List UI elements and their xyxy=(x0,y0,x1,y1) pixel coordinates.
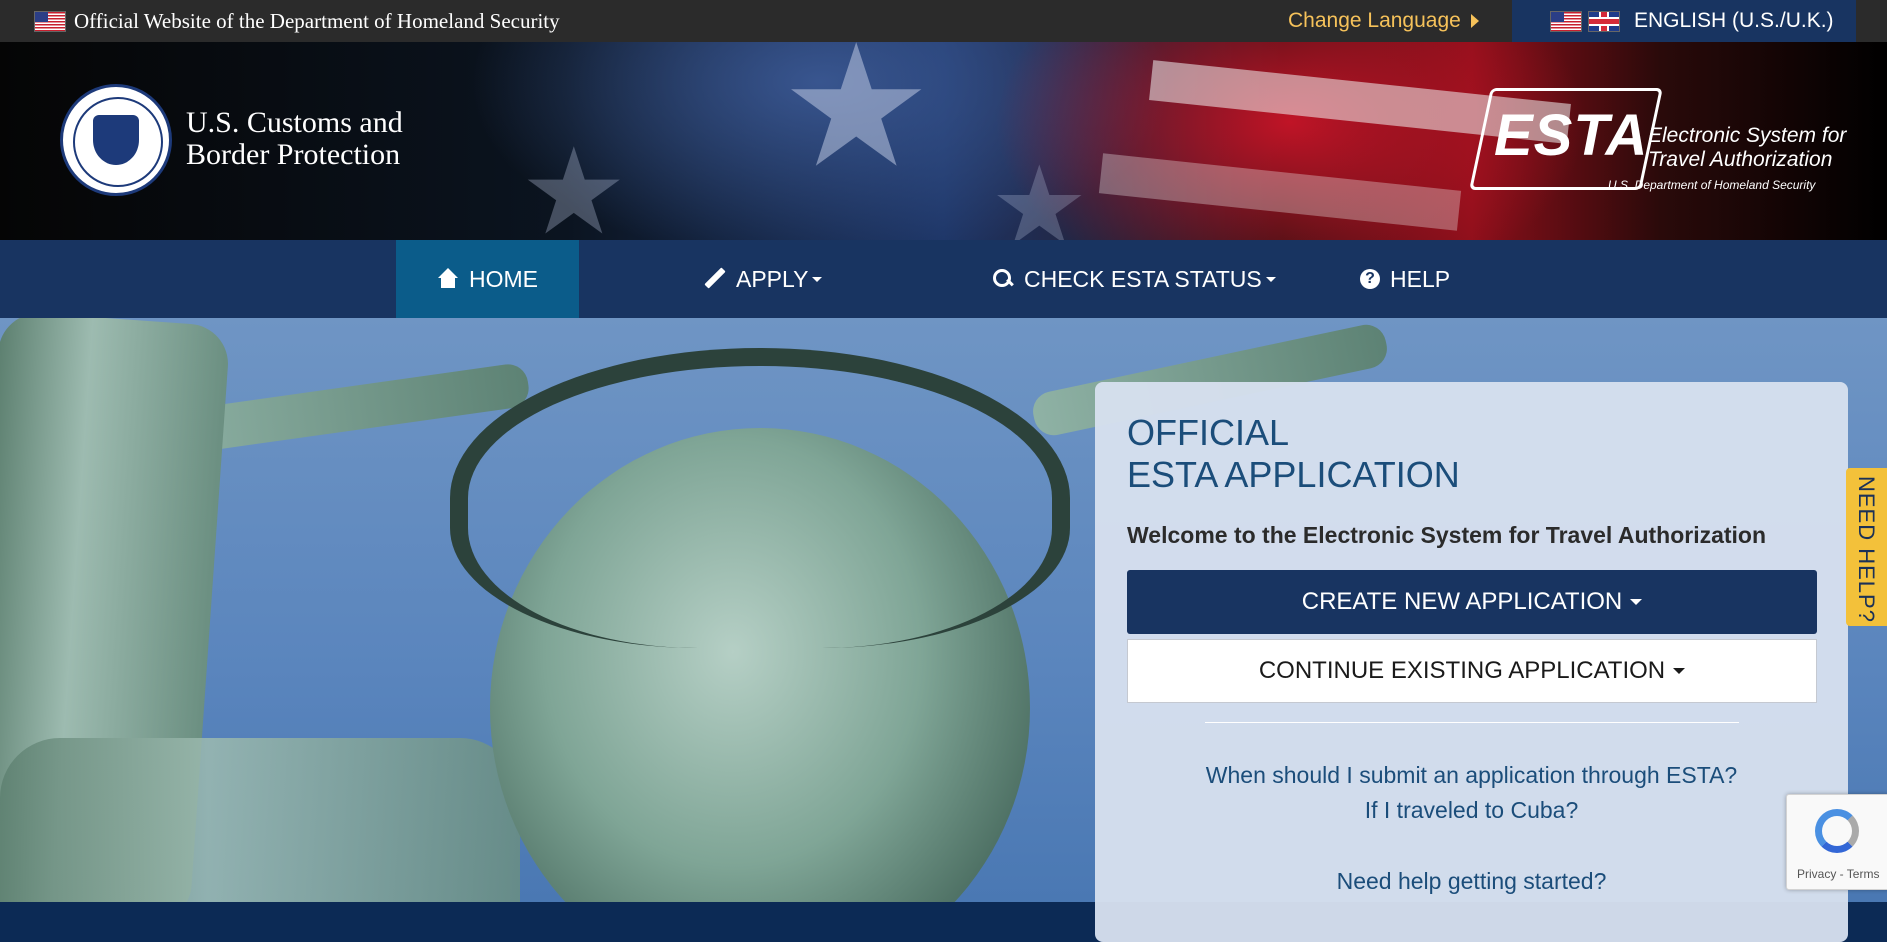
nav-check-esta-status[interactable]: CHECK ESTA STATUS xyxy=(992,240,1276,318)
card-divider xyxy=(1205,722,1739,723)
change-language-link[interactable]: Change Language xyxy=(1288,0,1479,42)
esta-logo[interactable]: ESTA Electronic System for Travel Author… xyxy=(1469,88,1846,200)
continue-existing-application-label: CONTINUE EXISTING APPLICATION xyxy=(1258,657,1666,684)
official-website-text: Official Website of the Department of Ho… xyxy=(74,8,560,33)
statue-robe-decoration xyxy=(0,738,520,902)
agency-name-line1: U.S. Customs and xyxy=(186,106,403,139)
faq-link-when-submit[interactable]: When should I submit an application thro… xyxy=(1095,762,1848,789)
create-new-application-button[interactable]: CREATE NEW APPLICATION xyxy=(1127,570,1817,634)
chevron-down-icon xyxy=(1265,276,1276,282)
faq-link-getting-started[interactable]: Need help getting started? xyxy=(1095,868,1848,895)
home-icon xyxy=(437,268,459,290)
search-icon xyxy=(992,268,1014,290)
continue-existing-application-button[interactable]: CONTINUE EXISTING APPLICATION xyxy=(1127,639,1817,703)
chevron-down-icon xyxy=(812,276,823,282)
site-header: ★ ★ ★ U.S. Customs and Border Protection… xyxy=(0,42,1887,240)
language-selector[interactable]: ENGLISH (U.S./U.K.) xyxy=(1512,0,1856,42)
nav-check-status-label: CHECK ESTA STATUS xyxy=(1024,265,1262,292)
agency-name-line2: Border Protection xyxy=(186,138,401,171)
recaptcha-icon xyxy=(1815,809,1859,853)
caret-right-icon xyxy=(1470,14,1479,28)
chevron-down-icon xyxy=(1673,668,1686,674)
nav-home-label: HOME xyxy=(469,265,538,292)
cbp-agency-name[interactable]: U.S. Customs and Border Protection xyxy=(186,107,403,171)
official-banner: Official Website of the Department of Ho… xyxy=(0,0,1887,42)
pencil-icon xyxy=(704,268,726,290)
card-title-line1: OFFICIAL xyxy=(1127,412,1290,453)
question-circle-icon: ? xyxy=(1360,269,1380,289)
change-language-label: Change Language xyxy=(1288,9,1461,32)
flag-star-decoration: ★ xyxy=(990,145,1089,241)
chevron-down-icon xyxy=(1630,599,1643,605)
nav-apply[interactable]: APPLY xyxy=(704,240,823,318)
card-title-line2: ESTA APPLICATION xyxy=(1127,454,1460,495)
nav-help-label: HELP xyxy=(1390,265,1451,292)
recaptcha-privacy-terms[interactable]: Privacy - Terms xyxy=(1797,867,1879,881)
create-new-application-label: CREATE NEW APPLICATION xyxy=(1301,588,1623,615)
current-language: ENGLISH (U.S./U.K.) xyxy=(1634,9,1834,32)
faq-link-traveled-cuba[interactable]: If I traveled to Cuba? xyxy=(1095,797,1848,824)
nav-help[interactable]: ? HELP xyxy=(1360,240,1450,318)
nav-apply-label: APPLY xyxy=(736,265,809,292)
need-help-tab[interactable]: NEED HELP? xyxy=(1846,468,1887,626)
esta-application-card: OFFICIAL ESTA APPLICATION Welcome to the… xyxy=(1095,382,1848,942)
recaptcha-badge[interactable]: Privacy - Terms xyxy=(1786,794,1887,890)
esta-subtitle-line1: Electronic System for xyxy=(1648,124,1847,147)
us-flag-icon xyxy=(34,10,66,32)
flag-star-decoration: ★ xyxy=(520,125,628,240)
esta-subtitle-line2: Travel Authorization xyxy=(1648,148,1833,171)
nav-home[interactable]: HOME xyxy=(396,240,579,318)
esta-logo-dept: U.S. Department of Homeland Security xyxy=(1608,178,1816,192)
flag-star-decoration: ★ xyxy=(780,42,933,202)
uk-flag-icon xyxy=(1588,10,1620,32)
statue-crown-decoration xyxy=(450,348,1070,648)
esta-logo-word: ESTA xyxy=(1494,103,1649,168)
official-website-notice: Official Website of the Department of Ho… xyxy=(34,0,560,42)
dhs-seal-logo[interactable] xyxy=(60,84,172,196)
flag-stripe-decoration xyxy=(1098,153,1462,231)
us-flag-icon xyxy=(1550,10,1582,32)
main-nav: HOME APPLY CHECK ESTA STATUS ? HELP xyxy=(0,240,1887,318)
welcome-text: Welcome to the Electronic System for Tra… xyxy=(1127,522,1767,548)
card-title: OFFICIAL ESTA APPLICATION xyxy=(1127,412,1460,496)
esta-logo-subtitle: Electronic System for Travel Authorizati… xyxy=(1648,124,1846,172)
need-help-label: NEED HELP? xyxy=(1854,476,1879,623)
